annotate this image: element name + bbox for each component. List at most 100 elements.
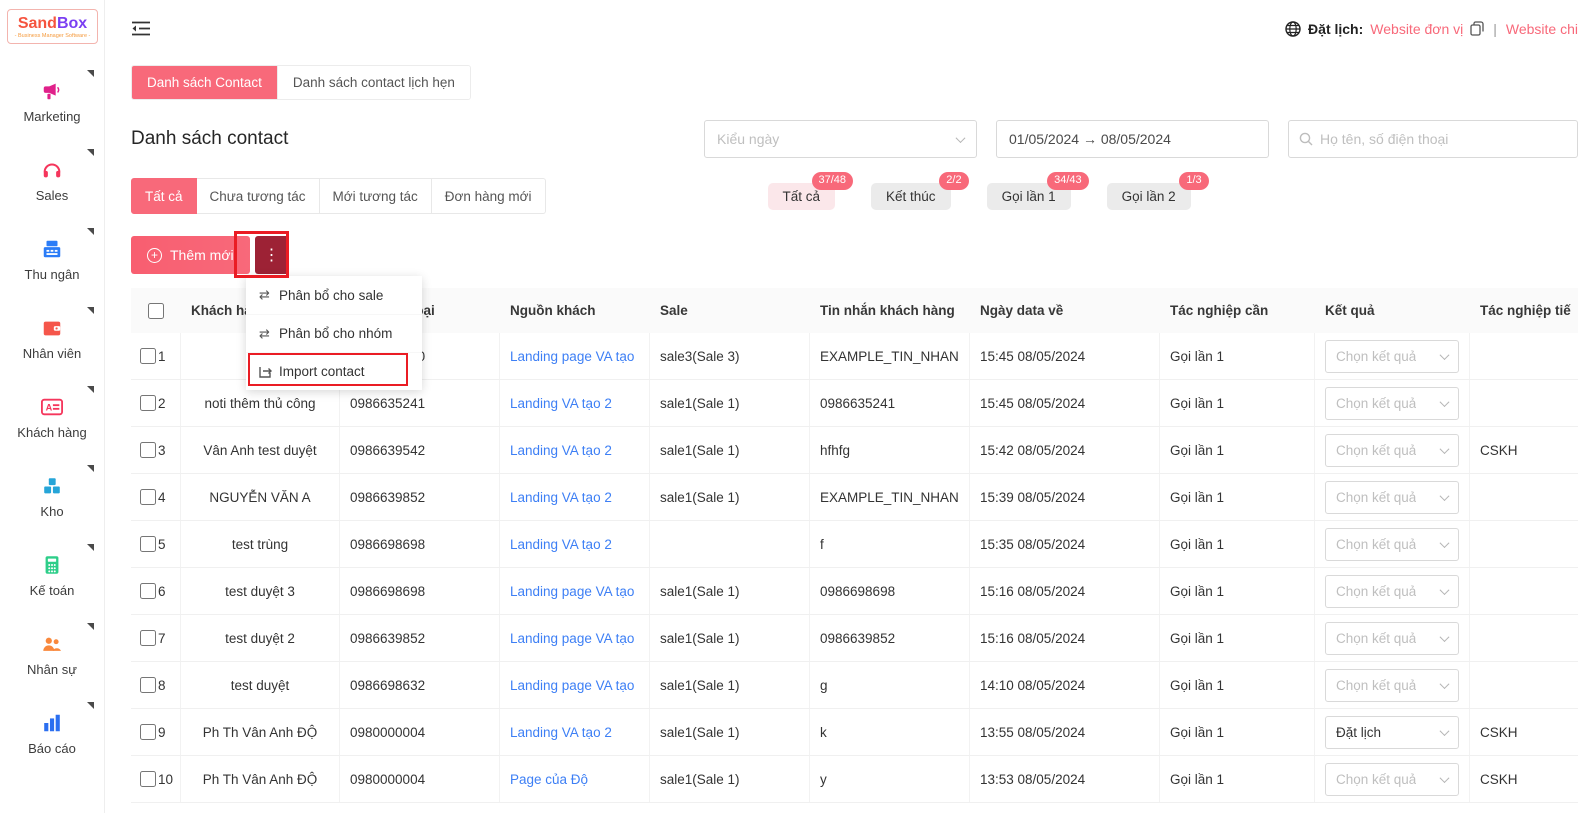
cell-source-link[interactable]: Landing VA tạo 2	[510, 490, 612, 505]
sidebar-item-label: Kế toán	[30, 584, 75, 598]
select-all-checkbox[interactable]	[148, 303, 164, 319]
row-checkbox[interactable]	[140, 677, 156, 693]
cell-date: 14:10 08/05/2024	[970, 662, 1160, 708]
result-select[interactable]: Chọn kết quả	[1325, 387, 1459, 420]
result-select[interactable]: Chọn kết quả	[1325, 575, 1459, 608]
cell-task: Gọi lần 1	[1160, 709, 1315, 755]
transfer-icon: ⇄	[257, 326, 272, 342]
result-select[interactable]: Chọn kết quả	[1325, 481, 1459, 514]
cell-source-link[interactable]: Landing VA tạo 2	[510, 725, 612, 740]
cell-message: EXAMPLE_TIN_NHAN	[810, 474, 970, 520]
status-badge: 37/48	[812, 172, 854, 190]
tab-contact-list[interactable]: Danh sách Contact	[132, 66, 277, 99]
result-select[interactable]: Chọn kết quả	[1325, 434, 1459, 467]
status-chip-ket-thuc[interactable]: Kết thúc 2/2	[871, 183, 951, 210]
cell-sale: sale3(Sale 3)	[650, 333, 810, 379]
sidebar-nav: Marketing Sales Thu ngân	[0, 62, 104, 773]
row-checkbox[interactable]	[140, 630, 156, 646]
cell-phone: 0986639852	[340, 474, 500, 520]
status-chip-goi-lan-1[interactable]: Gọi lần 1 34/43	[987, 183, 1071, 210]
result-select[interactable]: Chọn kết quả	[1325, 669, 1459, 702]
cell-task: Gọi lần 1	[1160, 568, 1315, 614]
booking-label: Đặt lịch:	[1308, 21, 1363, 37]
sidebar-item-sales[interactable]: Sales	[0, 141, 104, 220]
col-next-task: Tác nghiệp tiế	[1470, 288, 1578, 333]
sidebar-item-label: Nhân sự	[27, 663, 77, 677]
caret-icon	[87, 149, 94, 156]
row-checkbox[interactable]	[140, 771, 156, 787]
result-select[interactable]: Chọn kết quả	[1325, 340, 1459, 373]
sidebar-item-kho[interactable]: Kho	[0, 457, 104, 536]
row-number: 9	[158, 725, 166, 740]
sidebar-item-ke-toan[interactable]: Kế toán	[0, 536, 104, 615]
col-task: Tác nghiệp cần	[1160, 288, 1315, 333]
result-select[interactable]: Đặt lịch	[1325, 716, 1459, 749]
result-select[interactable]: Chọn kết quả	[1325, 763, 1459, 796]
row-checkbox[interactable]	[140, 395, 156, 411]
tab-appointment-list[interactable]: Danh sách contact lịch hẹn	[277, 66, 470, 99]
status-filter-group: Tất cả 37/48 Kết thúc 2/2 Gọi lần 1 34/4…	[768, 183, 1191, 210]
cell-date: 13:53 08/05/2024	[970, 756, 1160, 802]
cell-next-task	[1470, 568, 1578, 614]
cell-phone: 0980000004	[340, 709, 500, 755]
row-checkbox[interactable]	[140, 348, 156, 364]
status-chip-goi-lan-2[interactable]: Gọi lần 2 1/3	[1107, 183, 1191, 210]
filter-new-interaction[interactable]: Mới tương tác	[320, 178, 432, 214]
search-input[interactable]	[1320, 131, 1567, 147]
menu-item-assign-sale[interactable]: ⇄ Phân bổ cho sale	[246, 276, 422, 314]
sidebar-item-khach-hang[interactable]: A Khách hàng	[0, 378, 104, 457]
chevron-down-icon	[1440, 726, 1450, 736]
sidebar-item-thu-ngan[interactable]: Thu ngân	[0, 220, 104, 299]
cell-phone: 0986698698	[340, 521, 500, 567]
date-type-select[interactable]: Kiểu ngày	[704, 120, 977, 158]
cell-source-link[interactable]: Page của Độ	[510, 772, 588, 787]
row-checkbox[interactable]	[140, 442, 156, 458]
cell-source-link[interactable]: Landing page VA tạo	[510, 678, 634, 693]
sidebar-item-label: Marketing	[23, 110, 80, 124]
cash-register-icon	[40, 237, 64, 261]
sidebar-item-nhan-vien[interactable]: Nhân viên	[0, 299, 104, 378]
row-number: 1	[158, 349, 166, 364]
sidebar-item-marketing[interactable]: Marketing	[0, 62, 104, 141]
date-range-input[interactable]: 01/05/2024 → 08/05/2024	[996, 120, 1269, 158]
sidebar-item-label: Nhân viên	[23, 347, 82, 361]
cell-source-link[interactable]: Landing page VA tạo	[510, 631, 634, 646]
result-select[interactable]: Chọn kết quả	[1325, 528, 1459, 561]
cell-source-link[interactable]: Landing page VA tạo	[510, 584, 634, 599]
cell-date: 15:16 08/05/2024	[970, 615, 1160, 661]
caret-icon	[87, 228, 94, 235]
chevron-down-icon	[1440, 538, 1450, 548]
row-checkbox[interactable]	[140, 489, 156, 505]
row-checkbox[interactable]	[140, 536, 156, 552]
cell-sale: sale1(Sale 1)	[650, 756, 810, 802]
cell-phone: 0986698698	[340, 568, 500, 614]
cell-customer-name: test trùng	[181, 521, 340, 567]
sidebar-item-nhan-su[interactable]: Nhân sự	[0, 615, 104, 694]
row-checkbox[interactable]	[140, 724, 156, 740]
brand-logo[interactable]: SandBox - Business Manager Software -	[7, 9, 98, 44]
website-unit-link[interactable]: Website đơn vị	[1370, 21, 1463, 37]
cell-source-link[interactable]: Landing VA tạo 2	[510, 396, 612, 411]
row-number: 6	[158, 584, 166, 599]
menu-item-import-contact[interactable]: Import contact	[246, 352, 422, 390]
website-main-link[interactable]: Website chi	[1506, 21, 1578, 37]
cell-task: Gọi lần 1	[1160, 615, 1315, 661]
status-chip-all[interactable]: Tất cả 37/48	[768, 183, 836, 210]
people-icon	[40, 632, 64, 656]
menu-collapse-icon[interactable]	[132, 21, 151, 36]
cell-sale: sale1(Sale 1)	[650, 568, 810, 614]
more-actions-button[interactable]: ⋮	[255, 236, 289, 274]
result-select[interactable]: Chọn kết quả	[1325, 622, 1459, 655]
add-new-button[interactable]: + Thêm mới	[131, 236, 250, 274]
cell-source-link[interactable]: Landing page VA tạo	[510, 349, 634, 364]
filter-no-interaction[interactable]: Chưa tương tác	[197, 178, 320, 214]
filter-new-order[interactable]: Đơn hàng mới	[432, 178, 546, 214]
copy-icon[interactable]	[1470, 21, 1484, 36]
filter-all[interactable]: Tất cả	[131, 178, 197, 214]
row-checkbox[interactable]	[140, 583, 156, 599]
menu-item-assign-group[interactable]: ⇄ Phân bổ cho nhóm	[246, 314, 422, 352]
cell-source-link[interactable]: Landing VA tạo 2	[510, 443, 612, 458]
cell-next-task	[1470, 662, 1578, 708]
sidebar-item-bao-cao[interactable]: Báo cáo	[0, 694, 104, 773]
cell-source-link[interactable]: Landing VA tạo 2	[510, 537, 612, 552]
